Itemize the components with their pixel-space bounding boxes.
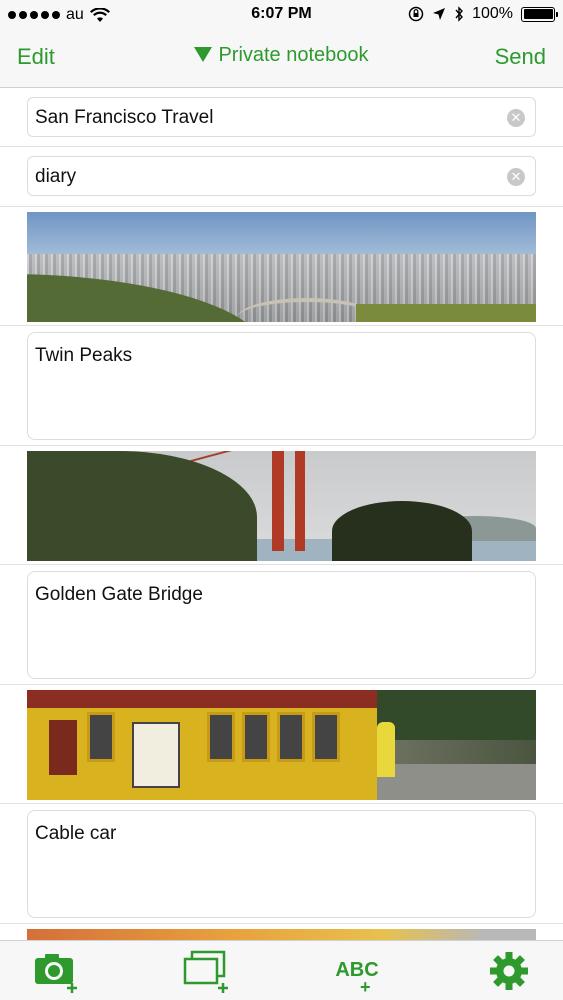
next-photo[interactable] bbox=[27, 929, 536, 940]
bluetooth-icon bbox=[455, 6, 464, 22]
photo-row bbox=[0, 685, 563, 804]
caption-field[interactable]: Golden Gate Bridge bbox=[27, 571, 536, 679]
clear-title-icon[interactable]: ✕ bbox=[507, 109, 525, 127]
battery-icon bbox=[521, 6, 558, 22]
caption-text: Golden Gate Bridge bbox=[35, 584, 203, 605]
add-camera-button[interactable] bbox=[26, 949, 86, 995]
photo-row bbox=[0, 446, 563, 565]
tag-row: diary ✕ bbox=[0, 147, 563, 207]
text-label: ABC bbox=[335, 959, 379, 981]
status-right: 100% bbox=[408, 5, 558, 23]
triangle-down-icon bbox=[194, 47, 213, 62]
gear-icon bbox=[490, 952, 528, 990]
battery-percent: 100% bbox=[472, 5, 513, 22]
send-button[interactable]: Send bbox=[495, 44, 546, 70]
twin-peaks-photo[interactable] bbox=[27, 212, 536, 322]
add-photos-button[interactable] bbox=[177, 949, 237, 995]
title-row: San Francisco Travel ✕ bbox=[0, 88, 563, 147]
golden-gate-photo[interactable] bbox=[27, 451, 536, 561]
text-plus: + bbox=[360, 977, 371, 997]
caption-row: Golden Gate Bridge bbox=[0, 565, 563, 685]
nav-bar: Edit Private notebook Send bbox=[0, 30, 563, 88]
bottom-toolbar: ABC + bbox=[0, 940, 563, 1000]
clear-tag-icon[interactable]: ✕ bbox=[507, 168, 525, 186]
caption-row: Cable car bbox=[0, 804, 563, 924]
caption-row: Twin Peaks bbox=[0, 326, 563, 446]
caption-text: Twin Peaks bbox=[35, 345, 133, 366]
camera-add-icon bbox=[35, 954, 77, 993]
tag-value: diary bbox=[35, 166, 77, 187]
add-text-button[interactable]: ABC + bbox=[327, 949, 387, 997]
cable-car-photo[interactable] bbox=[27, 690, 536, 800]
note-content[interactable]: San Francisco Travel ✕ diary ✕ Twin Peak… bbox=[0, 88, 563, 940]
location-icon bbox=[433, 8, 446, 20]
settings-button[interactable] bbox=[479, 949, 539, 995]
title-value: San Francisco Travel bbox=[35, 107, 214, 128]
notebook-title: Private notebook bbox=[218, 44, 369, 66]
notebook-selector[interactable]: Private notebook bbox=[0, 44, 563, 67]
photos-add-icon bbox=[183, 950, 228, 993]
status-bar: au 6:07 PM 100% bbox=[0, 0, 563, 30]
caption-field[interactable]: Cable car bbox=[27, 810, 536, 918]
tag-field[interactable]: diary ✕ bbox=[27, 156, 536, 196]
photo-row bbox=[0, 207, 563, 326]
caption-field[interactable]: Twin Peaks bbox=[27, 332, 536, 440]
orientation-lock-icon bbox=[408, 6, 424, 22]
title-field[interactable]: San Francisco Travel ✕ bbox=[27, 97, 536, 137]
caption-text: Cable car bbox=[35, 823, 117, 844]
